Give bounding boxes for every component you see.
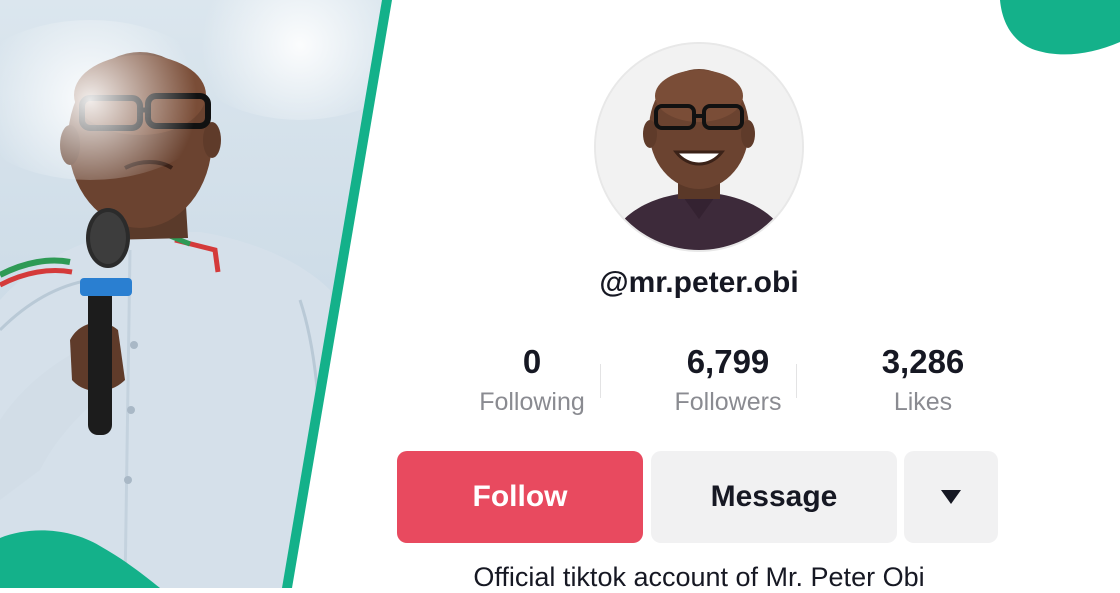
following-label: Following (479, 388, 585, 416)
hero-photo (0, 0, 388, 588)
followers-count: 6,799 (686, 343, 770, 380)
followers-label: Followers (674, 388, 782, 416)
follow-button[interactable]: Follow (397, 451, 643, 543)
more-options-button[interactable] (904, 451, 998, 543)
likes-count: 3,286 (881, 343, 965, 380)
likes-label: Likes (893, 388, 953, 416)
stat-divider (796, 364, 797, 398)
profile-card: @mr.peter.obi 0 Following 6,799 Follower… (397, 0, 1120, 592)
profile-bio: Official tiktok account of Mr. Peter Obi (473, 562, 925, 592)
avatar[interactable] (596, 44, 802, 250)
stat-divider (600, 364, 601, 398)
avatar-photo (596, 44, 802, 250)
stat-followers[interactable]: 6,799 Followers (638, 342, 818, 417)
caret-down-icon (941, 490, 961, 504)
stat-following[interactable]: 0 Following (442, 342, 622, 417)
following-count: 0 (522, 343, 542, 380)
message-button[interactable]: Message (651, 451, 897, 543)
stat-likes[interactable]: 3,286 Likes (833, 342, 1013, 417)
profile-stats: 0 Following 6,799 Followers 3,286 Likes (430, 342, 1010, 432)
profile-username: @mr.peter.obi (599, 266, 799, 299)
corner-decoration-bottom (0, 530, 160, 588)
